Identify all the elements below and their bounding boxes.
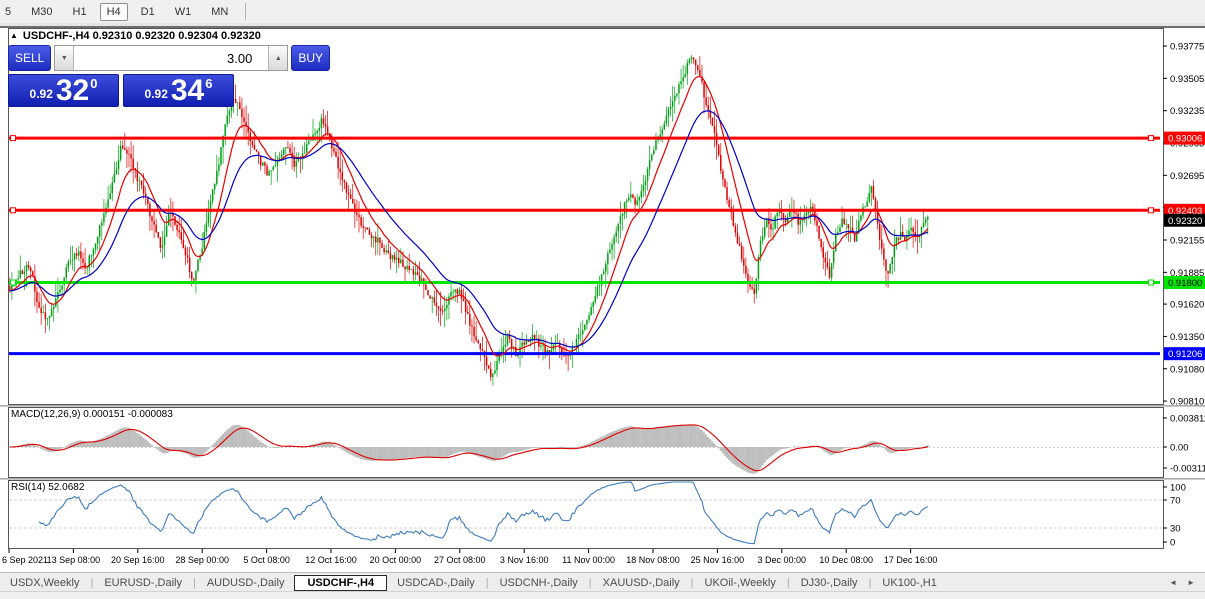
svg-text:0.93235: 0.93235 [1170,106,1204,117]
volume-input[interactable] [74,46,268,70]
svg-text:5 Oct 08:00: 5 Oct 08:00 [243,555,290,565]
chart-tab-xauusd-daily[interactable]: XAUUSD-,Daily [593,575,690,591]
svg-text:3 Nov 16:00: 3 Nov 16:00 [500,555,549,565]
timeframe-button-m30[interactable]: M30 [24,3,59,21]
svg-text:0.93505: 0.93505 [1170,74,1204,85]
svg-text:0.92695: 0.92695 [1170,171,1204,182]
tab-separator: | [691,577,694,589]
timeframe-button-mn[interactable]: MN [204,3,235,21]
svg-text:12 Oct 16:00: 12 Oct 16:00 [305,555,357,565]
svg-text:70: 70 [1170,496,1181,507]
timeframe-button-d1[interactable]: D1 [134,3,162,21]
macd-indicator-label: MACD(12,26,9) 0.000151 -0.000083 [11,409,173,420]
svg-text:28 Sep 00:00: 28 Sep 00:00 [175,555,229,565]
svg-text:18 Nov 08:00: 18 Nov 08:00 [626,555,680,565]
svg-text:0: 0 [1170,538,1175,549]
tab-separator: | [589,577,592,589]
chart-tab-usdcad-daily[interactable]: USDCAD-,Daily [387,575,485,591]
tab-scroll-arrows: ◄► [1169,578,1195,587]
macd-axis: 0.003811 0.00 -0.00311 [1163,414,1205,475]
chart-tab-usdchf-h4[interactable]: USDCHF-,H4 [294,575,387,591]
svg-text:0.003811: 0.003811 [1170,414,1205,425]
window-border [0,23,1205,28]
timeframe-button-w1[interactable]: W1 [168,3,199,21]
time-axis[interactable]: 6 Sep 202113 Sep 08:00 20 Sep 16:00 28 Sep… [2,549,937,565]
price-badge-label: 0.93006 [1168,134,1202,145]
svg-text:0.00: 0.00 [1170,443,1189,454]
buy-price-prefix: 0.92 [145,87,168,101]
svg-text:25 Nov 16:00: 25 Nov 16:00 [691,555,745,565]
chevron-down-icon: ▼ [61,55,68,62]
sell-price-prefix: 0.92 [30,87,53,101]
timeframe-button-h1[interactable]: H1 [66,3,94,21]
one-click-trading-panel: SELL ▼ ▲ BUY 0.92320 0.92346 [8,45,234,107]
price-badge-label: 0.91800 [1168,278,1202,289]
svg-text:6 Sep 2021: 6 Sep 2021 [2,555,48,565]
chevron-up-icon: ▲ [275,55,282,62]
tab-scroll-left-icon[interactable]: ◄ [1169,578,1177,587]
chart-tab-uk100-h1[interactable]: UK100-,H1 [872,575,946,591]
volume-decrease-button[interactable]: ▼ [55,46,74,70]
sell-price-display[interactable]: 0.92320 [8,74,119,107]
tab-separator: | [787,577,790,589]
svg-text:30: 30 [1170,524,1181,535]
buy-price-display[interactable]: 0.92346 [123,74,234,107]
rsi-axis: 100 70 30 0 [1163,483,1186,549]
chart-tab-bar: USDX,Weekly|EURUSD-,Daily|AUDUSD-,DailyU… [0,572,1205,592]
tab-scroll-right-icon[interactable]: ► [1187,578,1195,587]
tab-separator: | [193,577,196,589]
svg-text:-0.00311: -0.00311 [1170,464,1205,475]
timeframe-toolbar: 5 M30 H1 H4 D1 W1 MN [0,0,1205,23]
chart-tab-ukoil-weekly[interactable]: UKOil-,Weekly [695,575,786,591]
buy-price-big: 34 [171,77,204,104]
sell-button[interactable]: SELL [8,45,51,71]
svg-text:20 Sep 16:00: 20 Sep 16:00 [111,555,165,565]
chart-tab-eurusd-daily[interactable]: EURUSD-,Daily [94,575,192,591]
svg-text:0.91620: 0.91620 [1170,300,1204,311]
chart-tab-audusd-daily[interactable]: AUDUSD-,Daily [197,575,295,591]
tab-separator: | [90,577,93,589]
svg-text:13 Sep 08:00: 13 Sep 08:00 [47,555,101,565]
timeframe-button-h4[interactable]: H4 [100,3,128,21]
volume-spinner: ▼ ▲ [54,45,288,71]
toolbar-separator [245,3,246,20]
current-price-label: 0.92320 [1168,216,1202,227]
sell-price-big: 32 [56,77,89,104]
svg-text:0.91350: 0.91350 [1170,332,1204,343]
mt4-chart-window: 5 M30 H1 H4 D1 W1 MN 0.93775 0.93505 0.93235 0.92… [0,0,1205,598]
chart-tab-usdx-weekly[interactable]: USDX,Weekly [0,575,89,591]
svg-text:27 Oct 08:00: 27 Oct 08:00 [434,555,486,565]
price-badge-label: 0.91206 [1168,349,1202,360]
tab-separator: | [869,577,872,589]
collapse-panel-icon[interactable]: ▲ [10,31,18,40]
svg-text:0.91080: 0.91080 [1170,364,1204,375]
timeframe-button-5[interactable]: 5 [0,3,18,21]
svg-text:20 Oct 00:00: 20 Oct 00:00 [370,555,422,565]
svg-text:11 Nov 00:00: 11 Nov 00:00 [562,555,615,565]
svg-text:100: 100 [1170,483,1186,494]
svg-text:0.92155: 0.92155 [1170,236,1204,247]
tab-separator: | [486,577,489,589]
chart-symbol-title: ▲ USDCHF-,H4 0.92310 0.92320 0.92304 0.92… [10,30,261,42]
svg-text:17 Dec 16:00: 17 Dec 16:00 [884,555,938,565]
chart-tab-usdcnh-daily[interactable]: USDCNH-,Daily [490,575,588,591]
symbol-ohlc-text: USDCHF-,H4 0.92310 0.92320 0.92304 0.923… [23,30,261,42]
rsi-indicator-label: RSI(14) 52.0682 [11,482,84,493]
svg-text:0.93775: 0.93775 [1170,42,1204,53]
svg-text:3 Dec 00:00: 3 Dec 00:00 [758,555,807,565]
buy-price-pip: 6 [205,76,212,91]
svg-text:10 Dec 08:00: 10 Dec 08:00 [819,555,873,565]
chart-tab-dj30-daily[interactable]: DJ30-,Daily [791,575,868,591]
sell-price-pip: 0 [90,76,97,91]
buy-button[interactable]: BUY [291,45,330,71]
svg-text:0.90810: 0.90810 [1170,397,1204,408]
volume-increase-button[interactable]: ▲ [268,46,287,70]
